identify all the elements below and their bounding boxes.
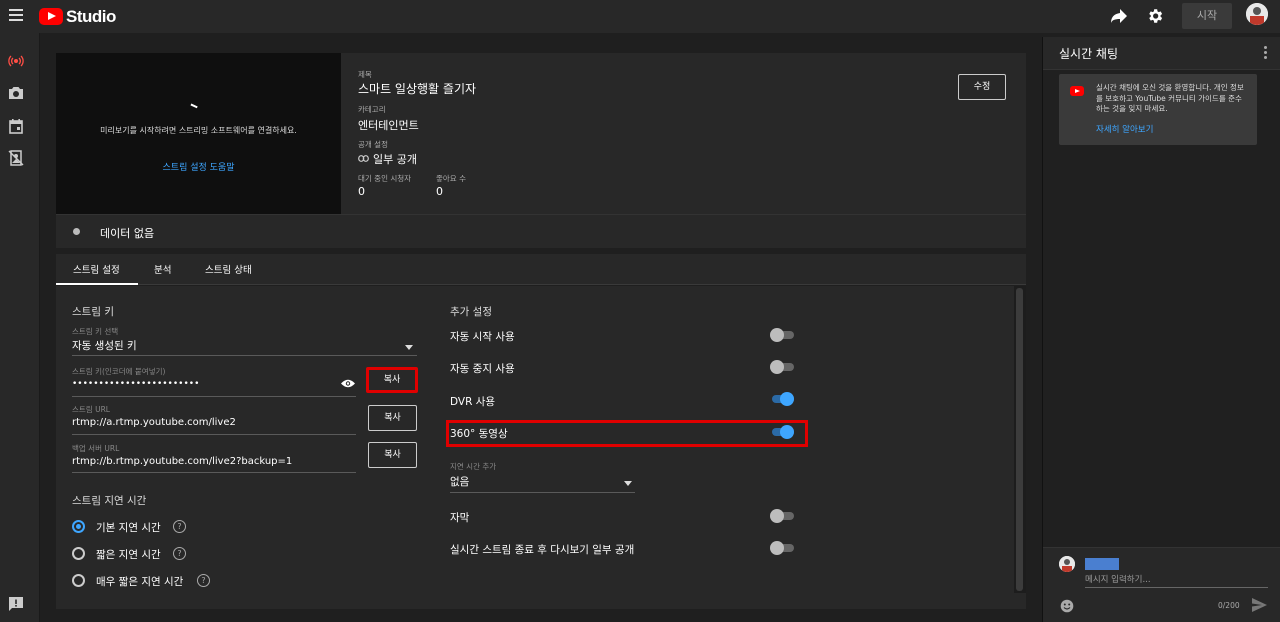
stream-key-label: 스트림 키(인코더에 붙여넣기) (72, 367, 166, 376)
stream-url-field[interactable]: rtmp://a.rtmp.youtube.com/live2 (72, 417, 236, 428)
auto-stop-toggle[interactable] (770, 360, 794, 374)
avatar[interactable] (1246, 3, 1268, 25)
category-value: 엔터테인먼트 (358, 119, 419, 132)
select-underline (72, 355, 417, 356)
eye-icon[interactable] (341, 379, 355, 388)
auto-start-toggle[interactable] (770, 328, 794, 342)
copy-stream-key-button[interactable]: 복사 (366, 367, 418, 393)
captions-toggle[interactable] (770, 509, 794, 523)
latency-normal-radio[interactable] (72, 520, 85, 533)
feedback-icon[interactable] (8, 596, 24, 612)
status-text: 데이터 없음 (100, 227, 155, 240)
menu-icon[interactable] (9, 9, 23, 21)
360-video-toggle[interactable] (770, 425, 794, 439)
left-rail (0, 33, 40, 622)
learn-more-link[interactable]: 자세히 알아보기 (1096, 123, 1153, 135)
status-bar (56, 214, 1026, 248)
help-icon[interactable]: ? (197, 574, 210, 587)
category-label: 카테고리 (358, 105, 386, 114)
privacy-label: 공개 설정 (358, 140, 388, 149)
camera-icon[interactable] (8, 85, 24, 101)
dvr-toggle[interactable] (770, 392, 794, 406)
auto-stop-label: 자동 중지 사용 (450, 363, 515, 375)
chat-title: 실시간 채팅 (1059, 47, 1119, 61)
stream-key-select[interactable]: 자동 생성된 키 (72, 338, 137, 353)
waiting-viewers-label: 대기 중인 시청자 (358, 174, 412, 183)
help-icon[interactable]: ? (173, 547, 186, 560)
stream-info-panel (341, 53, 1026, 214)
dropdown-arrow-icon[interactable] (405, 345, 413, 350)
tab-stream-settings[interactable]: 스트림 설정 (73, 262, 120, 276)
360-video-label: 360° 동영상 (450, 428, 508, 440)
tab-bar (56, 254, 1026, 285)
latency-low-radio[interactable] (72, 547, 85, 560)
status-dot-icon (73, 228, 80, 235)
captions-label: 자막 (450, 512, 470, 524)
delay-underline (450, 492, 635, 493)
gear-icon[interactable] (1146, 7, 1164, 25)
manage-videos-icon[interactable] (8, 150, 24, 166)
active-tab-indicator (56, 283, 138, 285)
emoji-icon[interactable] (1060, 599, 1074, 613)
backup-url-field[interactable]: rtmp://b.rtmp.youtube.com/live2?backup=1 (72, 456, 292, 467)
youtube-icon (1070, 86, 1084, 96)
latency-ultralow-radio[interactable] (72, 574, 85, 587)
latency-low-label[interactable]: 짧은 지연 시간 (96, 547, 161, 562)
likes-label: 좋아요 수 (436, 174, 466, 183)
more-options-icon[interactable] (1264, 46, 1267, 59)
logo-text: Studio (66, 7, 116, 26)
character-count: 0/200 (1218, 601, 1240, 610)
chat-welcome-text: 실시간 채팅에 오신 것을 환영합니다. 개인 정보를 보호하고 YouTube… (1096, 83, 1244, 113)
link-icon (358, 155, 369, 162)
edit-button[interactable]: 수정 (958, 74, 1006, 100)
unlisted-replay-label: 실시간 스트림 종료 후 다시보기 일부 공개 (450, 544, 635, 556)
backup-underline (72, 472, 356, 473)
auto-start-label: 자동 시작 사용 (450, 331, 515, 343)
copy-backup-url-button[interactable]: 복사 (368, 442, 417, 468)
latency-ultralow-label[interactable]: 매우 짧은 지연 시간 (96, 574, 183, 589)
stream-key-field[interactable]: •••••••••••••••••••••••• (72, 379, 199, 389)
stream-setup-help-link[interactable]: 스트림 설정 도움말 (56, 160, 341, 173)
privacy-value: 일부 공개 (373, 153, 417, 166)
tab-stream-health[interactable]: 스트림 상태 (205, 262, 252, 276)
top-bar (0, 0, 1280, 33)
add-delay-label: 지연 시간 추가 (450, 462, 497, 471)
stream-url-label: 스트림 URL (72, 405, 110, 414)
start-stream-button[interactable]: 시작 (1182, 3, 1232, 29)
extra-settings-title: 추가 설정 (450, 306, 492, 318)
backup-url-label: 백업 서버 URL (72, 444, 120, 453)
chat-composer (1043, 547, 1280, 622)
chat-input-underline (1085, 587, 1268, 588)
add-delay-select[interactable]: 없음 (450, 474, 469, 489)
chat-username (1085, 558, 1119, 570)
url-underline (72, 434, 356, 435)
live-stream-icon[interactable] (8, 53, 24, 69)
youtube-studio-logo[interactable]: Studio (39, 6, 119, 28)
unlisted-replay-toggle[interactable] (770, 541, 794, 555)
waiting-viewers-value: 0 (358, 185, 365, 198)
dvr-label: DVR 사용 (450, 396, 496, 408)
preview-message: 미리보기를 시작하려면 스트리밍 소프트웨어를 연결하세요. (100, 126, 297, 135)
share-icon[interactable] (1110, 8, 1128, 24)
likes-value: 0 (436, 185, 443, 198)
help-icon[interactable]: ? (173, 520, 186, 533)
calendar-icon[interactable] (8, 118, 24, 134)
stream-title: 스마트 일상행활 즐기자 (358, 82, 477, 96)
scrollbar-thumb[interactable] (1016, 288, 1023, 591)
stream-key-select-label: 스트림 키 선택 (72, 327, 119, 336)
chat-avatar (1059, 556, 1075, 572)
latency-normal-label[interactable]: 기본 지연 시간 (96, 520, 161, 535)
latency-section-title: 스트림 지연 시간 (72, 495, 147, 507)
dropdown-arrow-icon[interactable] (624, 481, 632, 486)
key-underline (72, 396, 356, 397)
chat-message-input[interactable]: 메시지 입력하기... (1085, 573, 1151, 585)
settings-panel (56, 286, 1026, 609)
title-label: 제목 (358, 70, 372, 79)
send-icon[interactable] (1252, 598, 1267, 612)
copy-stream-url-button[interactable]: 복사 (368, 405, 417, 431)
youtube-play-icon (39, 8, 63, 25)
stream-key-section-title: 스트림 키 (72, 306, 114, 318)
tab-analytics[interactable]: 분석 (154, 262, 171, 276)
